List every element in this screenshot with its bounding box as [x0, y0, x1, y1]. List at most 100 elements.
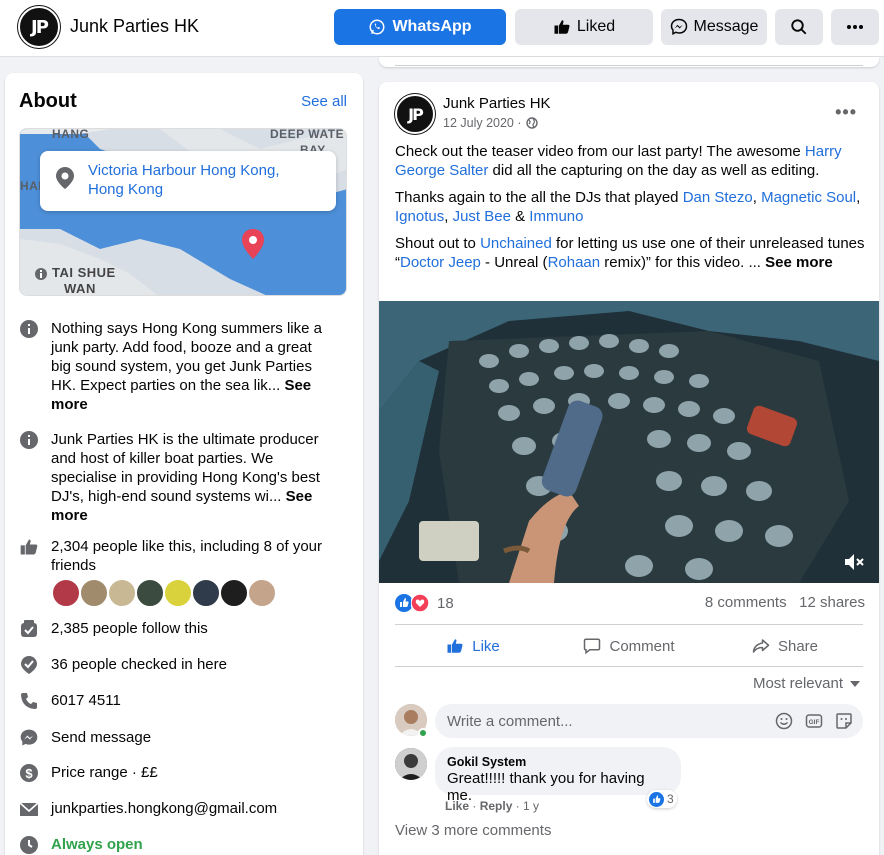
- send-message-row: Send message: [19, 728, 326, 748]
- avatar[interactable]: [247, 578, 277, 608]
- sticker-icon[interactable]: [835, 712, 853, 730]
- gif-icon[interactable]: GIF: [805, 712, 823, 730]
- phone-text[interactable]: 6017 4511: [51, 691, 326, 711]
- clock-icon: [19, 835, 39, 855]
- comment-meta: Like · Reply · 1 y: [445, 799, 540, 813]
- caret-down-icon: [850, 680, 860, 687]
- info-icon: [19, 430, 39, 450]
- avatar[interactable]: [163, 578, 193, 608]
- love-reaction-icon: [411, 594, 429, 612]
- post-text: Check out the teaser video from our last…: [395, 142, 865, 280]
- send-message-link[interactable]: Send message: [51, 728, 326, 748]
- tag-link[interactable]: Magnetic Soul: [761, 189, 856, 206]
- post-text-span: Thanks again to the all the DJs that pla…: [395, 189, 683, 206]
- post-text-span: ,: [856, 189, 861, 206]
- whatsapp-icon: [369, 19, 385, 35]
- search-icon: [791, 19, 807, 35]
- tag-link[interactable]: Ignotus: [395, 208, 444, 225]
- map-location-card[interactable]: Victoria Harbour Hong Kong, Hong Kong: [40, 151, 336, 211]
- page-header: JP Junk Parties HK WhatsApp Liked Messag…: [0, 0, 884, 57]
- reactions-summary[interactable]: 18: [395, 594, 454, 612]
- comment-reply-link[interactable]: Reply: [480, 799, 513, 813]
- comment-time[interactable]: · 1 y: [516, 799, 539, 813]
- logo-text: JP: [31, 16, 49, 38]
- post-text-span: ,: [752, 189, 762, 206]
- comment-author[interactable]: Gokil System: [447, 755, 669, 769]
- svg-text:GIF: GIF: [809, 719, 820, 726]
- post-text-span: did all the capturing on the day as well…: [488, 162, 820, 179]
- mute-icon[interactable]: [843, 551, 865, 573]
- map-label: WAN: [64, 281, 96, 296]
- avatar[interactable]: [219, 578, 249, 608]
- more-dots-icon: [847, 25, 863, 29]
- commenter-avatar[interactable]: [395, 748, 427, 780]
- checkins-row: 36 people checked in here: [19, 655, 326, 675]
- post-card: JP Junk Parties HK 12 July 2020 · ••• Ch…: [379, 82, 879, 855]
- comment-input[interactable]: [447, 711, 767, 731]
- price-range-row: $ Price range · ££: [19, 763, 326, 783]
- about-title: About: [19, 90, 77, 112]
- comments-count[interactable]: 8 comments: [705, 594, 787, 611]
- like-button[interactable]: Like: [395, 627, 551, 665]
- view-more-comments[interactable]: View 3 more comments: [395, 822, 551, 839]
- post-date[interactable]: 12 July 2020 ·: [443, 116, 538, 130]
- like-label: Like: [472, 637, 500, 655]
- comment-button[interactable]: Comment: [551, 627, 707, 665]
- more-options-button[interactable]: [831, 9, 879, 45]
- tag-link[interactable]: Dan Stezo: [683, 189, 753, 206]
- video-frame: [379, 301, 879, 583]
- tag-link[interactable]: Unchained: [480, 235, 552, 252]
- page-logo[interactable]: JP: [18, 6, 60, 48]
- liked-button[interactable]: Liked: [515, 9, 653, 45]
- avatar[interactable]: [51, 578, 81, 608]
- avatar[interactable]: [107, 578, 137, 608]
- comment-label: Comment: [609, 637, 675, 655]
- comment-reaction-count: 3: [667, 792, 674, 806]
- avatar[interactable]: [191, 578, 221, 608]
- map-info-icon: [35, 268, 47, 280]
- location-map[interactable]: HANG DEEP WATE BAY HAN TAI SHUE WAN Vict…: [19, 128, 347, 296]
- tag-link[interactable]: Doctor Jeep: [400, 254, 481, 271]
- map-location-link[interactable]: Victoria Harbour Hong Kong, Hong Kong: [88, 161, 308, 199]
- thumbs-up-icon: [19, 537, 39, 557]
- previous-post-bottom: [379, 57, 879, 67]
- search-button[interactable]: [775, 9, 823, 45]
- about-description-row: Nothing says Hong Kong summers like a ju…: [19, 319, 326, 414]
- avatar[interactable]: [79, 578, 109, 608]
- see-all-link[interactable]: See all: [301, 93, 347, 110]
- logo-text: JP: [408, 104, 424, 124]
- checkin-icon: [19, 655, 39, 675]
- share-icon: [752, 639, 770, 653]
- whatsapp-button[interactable]: WhatsApp: [334, 9, 506, 45]
- emoji-icon[interactable]: [775, 712, 793, 730]
- comment-like-link[interactable]: Like: [445, 799, 469, 813]
- commenter-photo: [395, 748, 427, 780]
- email-icon: [19, 799, 39, 819]
- follows-row: 2,385 people follow this: [19, 619, 326, 639]
- reactions-count: 18: [437, 594, 454, 612]
- divider: [395, 666, 863, 667]
- post-text-span: Shout out to: [395, 235, 481, 252]
- post-date-text: 12 July 2020 ·: [443, 116, 522, 130]
- tag-link[interactable]: Rohaan: [548, 254, 601, 271]
- comment-sort-dropdown[interactable]: Most relevant: [753, 675, 861, 692]
- comment-reactions[interactable]: 3: [647, 790, 677, 808]
- share-button[interactable]: Share: [707, 627, 863, 665]
- avatar[interactable]: [135, 578, 165, 608]
- page-name[interactable]: Junk Parties HK: [70, 16, 199, 37]
- online-indicator: [418, 728, 428, 738]
- post-video[interactable]: [379, 301, 879, 583]
- post-options-button[interactable]: •••: [835, 102, 857, 123]
- shares-count[interactable]: 12 shares: [799, 594, 865, 611]
- see-more-link[interactable]: See more: [765, 254, 833, 271]
- comment-input-box[interactable]: GIF: [435, 704, 863, 738]
- post-text-span: ,: [444, 208, 453, 225]
- message-button[interactable]: Message: [661, 9, 767, 45]
- email-link[interactable]: junkparties.hongkong@gmail.com: [51, 799, 326, 819]
- post-author-avatar[interactable]: JP: [395, 94, 435, 134]
- tag-link[interactable]: Immuno: [529, 208, 583, 225]
- tag-link[interactable]: Just Bee: [453, 208, 511, 225]
- svg-text:$: $: [25, 766, 33, 781]
- post-author[interactable]: Junk Parties HK: [443, 95, 551, 112]
- hours-text: Always open: [51, 836, 143, 853]
